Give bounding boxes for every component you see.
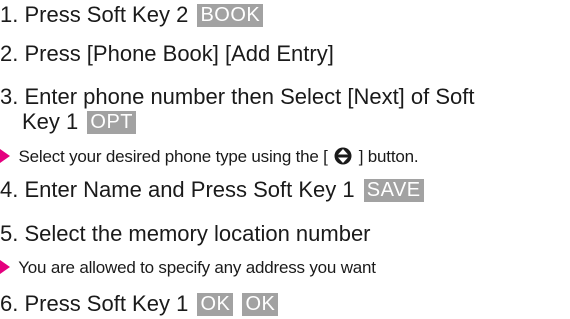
step-6-text: 6. Press Soft Key 1 (0, 291, 189, 316)
note-phone-type-text-after: ] button. (358, 147, 419, 166)
note-phone-type: Select your desired phone type using the… (0, 146, 419, 168)
note-address: You are allowed to specify any address y… (0, 257, 376, 279)
step-6: 6. Press Soft Key 1 OK OK (0, 291, 279, 317)
step-3-text-continued: Key 1 (22, 109, 79, 134)
step-3-text: 3. Enter phone number then Select [Next]… (0, 84, 475, 109)
up-down-navigation-icon (334, 147, 352, 165)
soft-key-label-ok-1: OK (197, 293, 234, 316)
step-1: 1. Press Soft Key 2 BOOK (0, 2, 264, 28)
step-5-text: 5. Select the memory location number (0, 221, 371, 246)
step-1-text: 1. Press Soft Key 2 (0, 2, 189, 27)
step-2: 2. Press [Phone Book] [Add Entry] (0, 41, 334, 67)
instruction-document: 1. Press Soft Key 2 BOOK 2. Press [Phone… (0, 0, 570, 319)
pink-triangle-bullet-icon (0, 260, 10, 274)
step-2-text: 2. Press [Phone Book] [Add Entry] (0, 41, 334, 66)
note-phone-type-text-before: Select your desired phone type using the… (18, 147, 328, 166)
soft-key-label-book: BOOK (197, 4, 264, 27)
soft-key-label-opt: OPT (87, 111, 137, 134)
step-5: 5. Select the memory location number (0, 221, 371, 247)
step-4-text: 4. Enter Name and Press Soft Key 1 (0, 177, 355, 202)
soft-key-label-ok-2: OK (242, 293, 279, 316)
note-address-text: You are allowed to specify any address y… (18, 258, 376, 277)
pink-triangle-bullet-icon (0, 149, 10, 163)
step-4: 4. Enter Name and Press Soft Key 1 SAVE (0, 177, 424, 203)
soft-key-label-save: SAVE (363, 179, 424, 202)
step-3: 3. Enter phone number then Select [Next]… (0, 84, 566, 134)
